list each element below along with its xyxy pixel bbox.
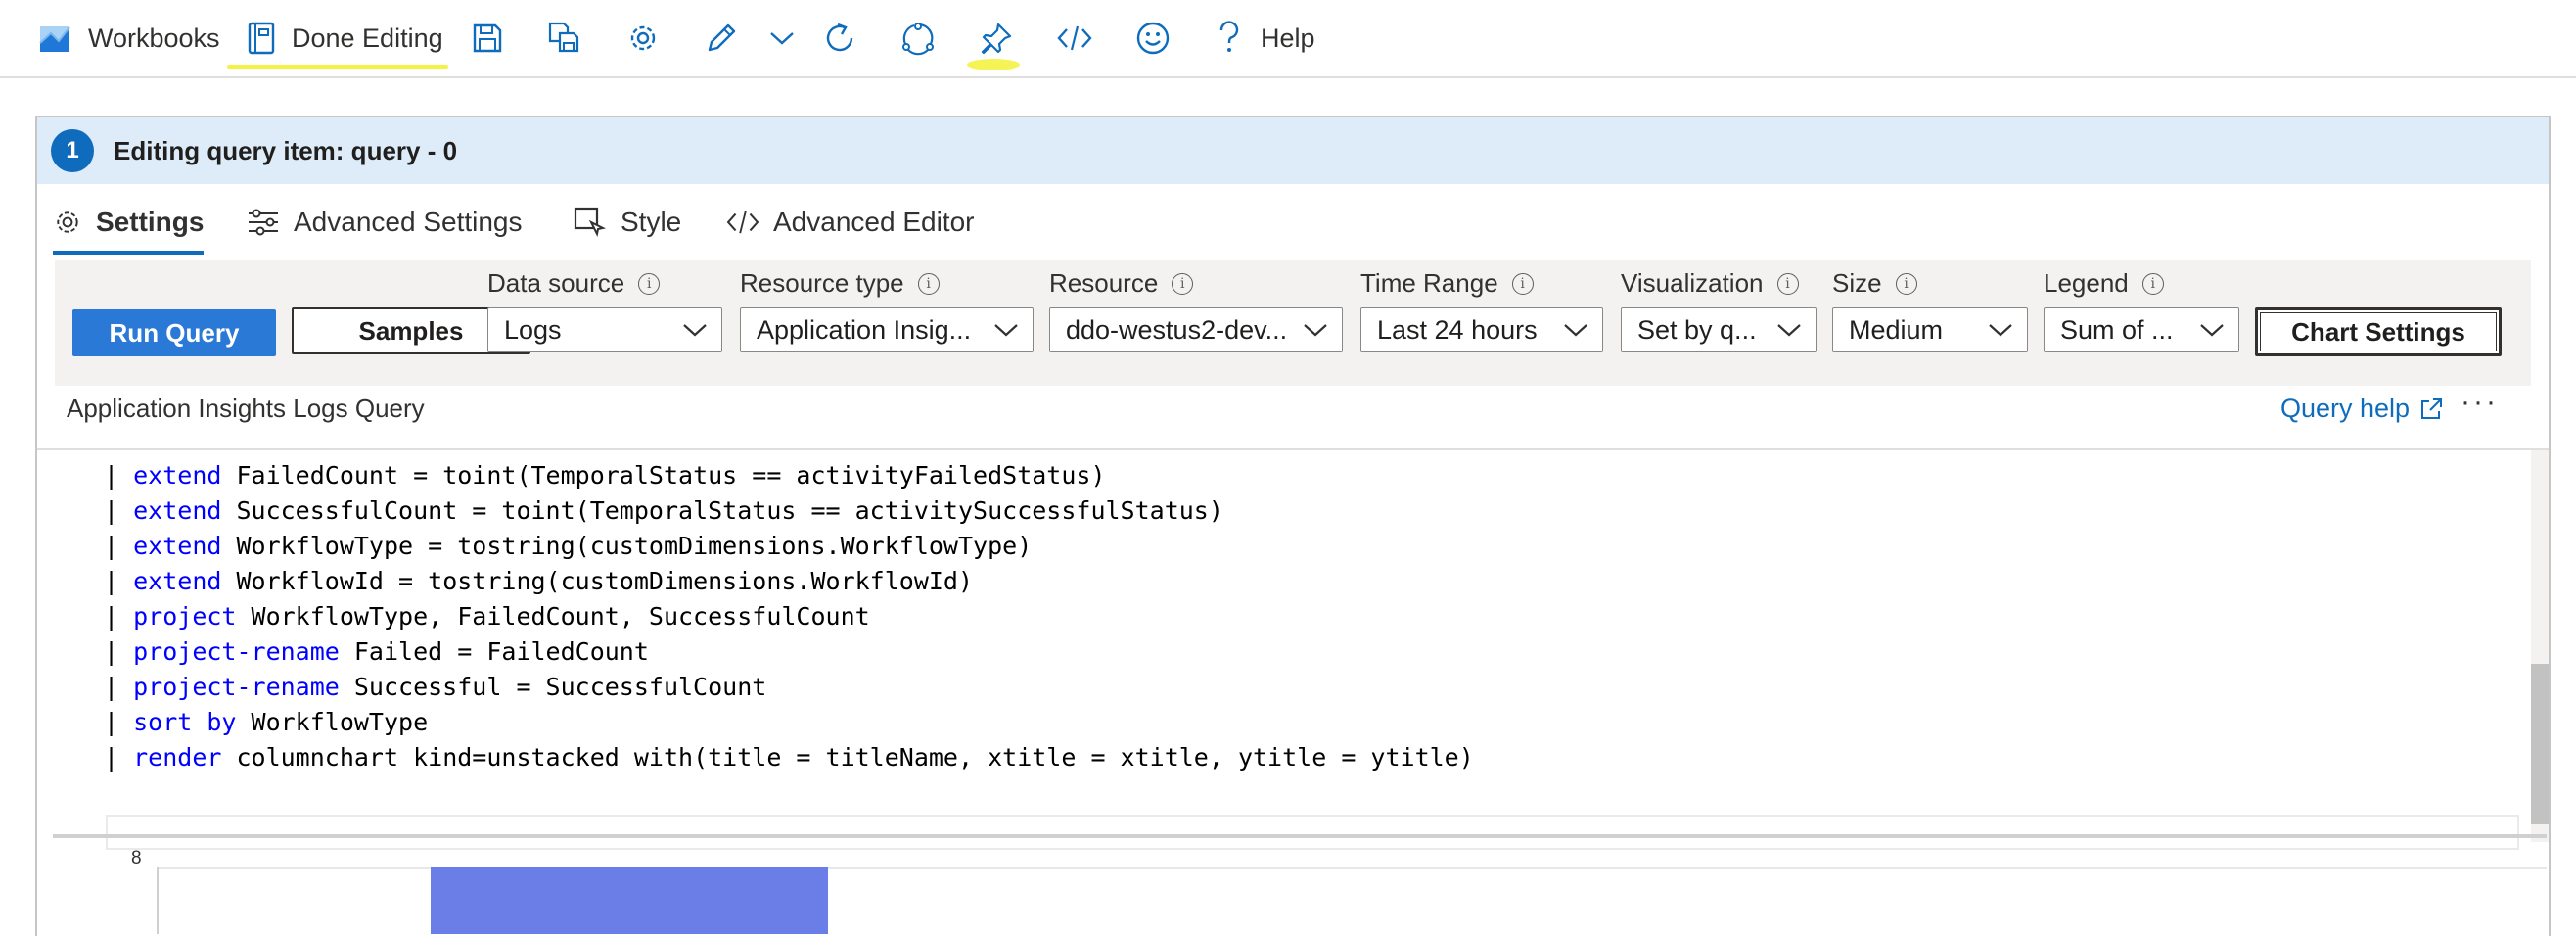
- code-line: | extend SuccessfulCount = toint(Tempora…: [104, 496, 1223, 525]
- edit-dropdown[interactable]: [769, 0, 795, 76]
- edit-book-icon: [247, 22, 276, 55]
- size-dropdown[interactable]: Medium: [1832, 307, 2028, 352]
- top-toolbar: Workbooks Done Editing Help: [0, 0, 2576, 78]
- run-query-button[interactable]: Run Query: [72, 309, 276, 356]
- help-icon: [1218, 21, 1241, 56]
- code-line: | extend FailedCount = toint(TemporalSta…: [104, 461, 1106, 490]
- chevron-down-icon: [1563, 322, 1588, 338]
- scrollbar-thumb[interactable]: [2531, 664, 2549, 824]
- code-line: | project-rename Successful = Successful…: [104, 673, 767, 701]
- highlight-scribble: [967, 59, 1020, 70]
- tab-settings[interactable]: Settings: [53, 184, 205, 260]
- gear-icon: [626, 22, 660, 55]
- code-line: | project-rename Failed = FailedCount: [104, 637, 649, 666]
- resource-label: Resource i: [1049, 268, 1194, 299]
- visualization-label: Visualization i: [1621, 268, 1799, 299]
- gear-icon: [53, 208, 82, 237]
- feedback-button[interactable]: [1135, 0, 1171, 76]
- tab-settings-label: Settings: [96, 207, 205, 237]
- code-icon: [1057, 23, 1092, 53]
- workbooks-button[interactable]: Workbooks: [39, 0, 220, 76]
- done-editing-label: Done Editing: [292, 23, 443, 53]
- legend-label: Legend i: [2044, 268, 2164, 299]
- info-icon[interactable]: i: [917, 272, 940, 295]
- code-line: | project WorkflowType, FailedCount, Suc…: [104, 602, 870, 631]
- size-label: Size i: [1832, 268, 1917, 299]
- tab-style-label: Style: [621, 207, 682, 237]
- resource-dropdown[interactable]: ddo-westus2-dev...: [1049, 307, 1343, 352]
- pencil-icon: [705, 22, 738, 55]
- tab-advanced-editor-label: Advanced Editor: [773, 207, 975, 237]
- data-source-label: Data source i: [487, 268, 661, 299]
- workbooks-label: Workbooks: [88, 23, 220, 53]
- share-button[interactable]: [900, 0, 936, 76]
- highlight-underline: [227, 65, 448, 69]
- query-help-link[interactable]: Query help: [2280, 394, 2443, 424]
- workbook-icon: [39, 22, 72, 55]
- help-button[interactable]: Help: [1218, 0, 1315, 76]
- save-icon: [472, 23, 503, 54]
- save-as-button[interactable]: [548, 0, 581, 76]
- tab-advanced-editor[interactable]: Advanced Editor: [726, 184, 974, 260]
- info-icon[interactable]: i: [1895, 272, 1917, 295]
- chevron-down-icon: [993, 322, 1019, 338]
- chevron-down-icon: [2199, 322, 2225, 338]
- help-label: Help: [1261, 23, 1315, 53]
- tab-style[interactable]: Style: [574, 184, 681, 260]
- step-badge: 1: [51, 129, 94, 172]
- chart-svg: [18, 721, 2511, 819]
- chart-settings-button[interactable]: Chart Settings: [2255, 307, 2502, 356]
- code-icon: [726, 209, 759, 236]
- chevron-down-icon: [769, 30, 795, 46]
- y-axis-line: [157, 867, 159, 934]
- pin-icon: [979, 21, 1014, 56]
- panel-title: Editing query item: query - 0: [114, 135, 458, 165]
- panel-header: 1 Editing query item: query - 0: [37, 117, 2549, 184]
- smiley-icon: [1135, 21, 1171, 56]
- info-icon[interactable]: i: [2141, 272, 2164, 295]
- info-icon[interactable]: i: [1776, 272, 1799, 295]
- chevron-down-icon: [1776, 322, 1802, 338]
- visualization-dropdown[interactable]: Set by q...: [1621, 307, 1817, 352]
- refresh-button[interactable]: [822, 0, 857, 76]
- info-icon[interactable]: i: [1172, 272, 1194, 295]
- chevron-down-icon: [1988, 322, 2013, 338]
- y-tick-label: 8: [131, 848, 142, 868]
- legend-dropdown[interactable]: Sum of ...: [2044, 307, 2239, 352]
- save-button[interactable]: [472, 0, 503, 76]
- share-icon: [900, 21, 936, 56]
- refresh-icon: [822, 21, 857, 56]
- resource-type-label: Resource type i: [740, 268, 940, 299]
- editor-resize-handle[interactable]: [53, 834, 2547, 838]
- chart-area: [18, 721, 2511, 819]
- sliders-icon: [247, 208, 280, 237]
- tab-advanced-settings[interactable]: Advanced Settings: [247, 184, 523, 260]
- external-link-icon: [2419, 398, 2443, 421]
- chevron-down-icon: [1303, 322, 1328, 338]
- save-as-icon: [548, 22, 581, 55]
- code-line: | extend WorkflowType = tostring(customD…: [104, 532, 1033, 560]
- settings-button[interactable]: [626, 0, 660, 76]
- chart-bar[interactable]: [431, 867, 828, 934]
- time-range-label: Time Range i: [1360, 268, 1534, 299]
- current-line-highlight: [106, 815, 2519, 850]
- query-title: Application Insights Logs Query: [67, 394, 425, 423]
- data-source-dropdown[interactable]: Logs: [487, 307, 722, 352]
- chevron-down-icon: [682, 322, 708, 338]
- info-icon[interactable]: i: [1511, 272, 1534, 295]
- time-range-dropdown[interactable]: Last 24 hours: [1360, 307, 1603, 352]
- info-icon[interactable]: i: [638, 272, 661, 295]
- select-style-icon: [574, 207, 607, 238]
- edit-button[interactable]: [705, 0, 738, 76]
- code-line: | extend WorkflowId = tostring(customDim…: [104, 567, 974, 595]
- tab-bar: Settings Advanced Settings Style Advance…: [37, 184, 2549, 260]
- tab-advanced-settings-label: Advanced Settings: [294, 207, 523, 237]
- more-options-button[interactable]: ···: [2461, 386, 2499, 419]
- advanced-editor-button[interactable]: [1057, 0, 1092, 76]
- editor-scrollbar[interactable]: [2531, 450, 2549, 842]
- resource-type-dropdown[interactable]: Application Insig...: [740, 307, 1034, 352]
